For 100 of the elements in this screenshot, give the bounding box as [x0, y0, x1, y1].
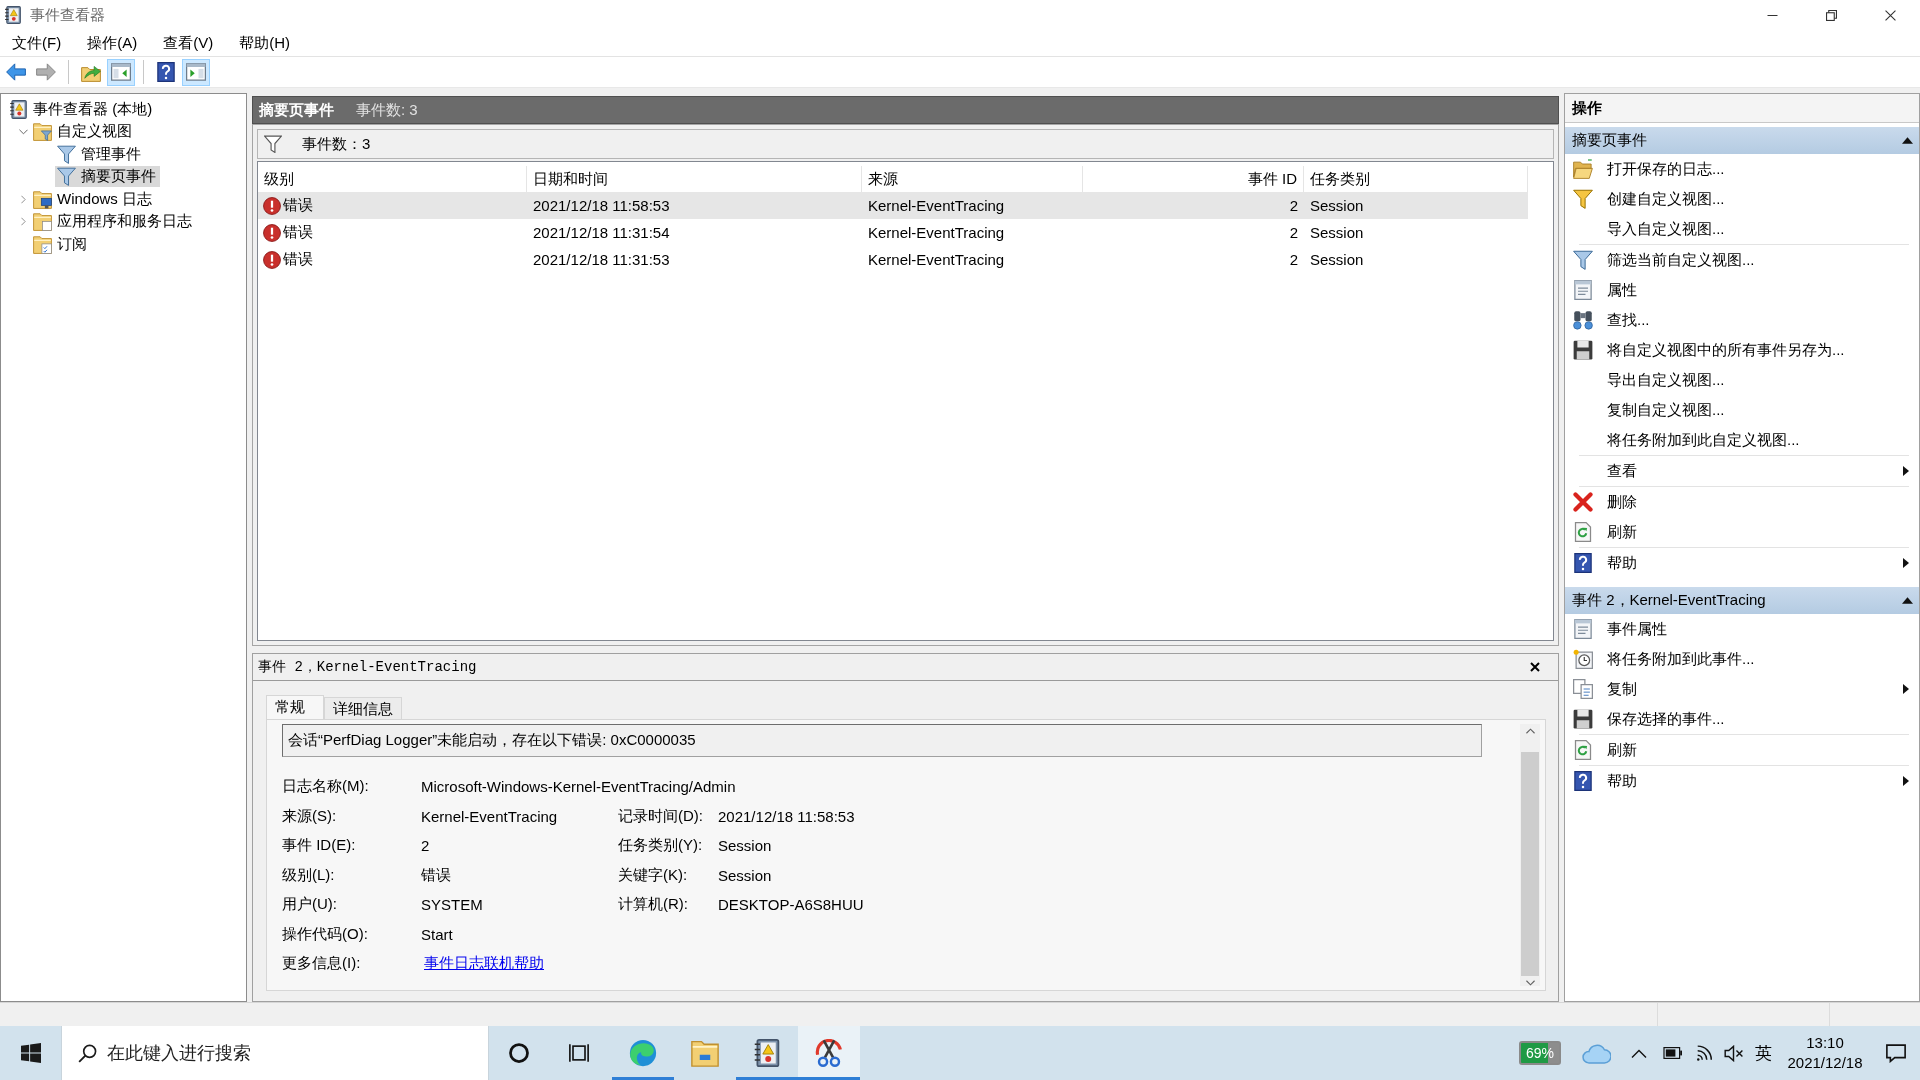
field-label: 任务类别(Y):	[618, 836, 704, 856]
action-item[interactable]: 将任务附加到此事件...	[1565, 644, 1919, 674]
menu-item[interactable]: 操作(A)	[78, 31, 147, 55]
properties-icon	[1573, 280, 1593, 300]
notification-icon[interactable]	[1886, 1043, 1906, 1063]
folder-filter-icon	[33, 122, 52, 142]
scroll-up-icon[interactable]	[1525, 728, 1535, 734]
input-method-indicator[interactable]: 英	[1754, 1041, 1772, 1065]
left-pane-icon	[111, 62, 131, 82]
tree-item[interactable]: 应用程序和服务日志	[31, 211, 196, 233]
action-item[interactable]: 删除	[1565, 487, 1919, 517]
battery-badge[interactable]: 69%	[1519, 1041, 1561, 1065]
help-icon	[1573, 553, 1593, 573]
action-item[interactable]: 复制	[1565, 674, 1919, 704]
collapse-arrow-icon[interactable]	[1902, 137, 1913, 144]
minimize-icon[interactable]	[1767, 14, 1778, 16]
table-cell: 2	[1289, 224, 1298, 241]
log-book-icon	[4, 6, 22, 24]
action-item[interactable]: 将任务附加到此自定义视图...	[1565, 425, 1919, 455]
wifi-icon[interactable]	[1695, 1044, 1713, 1062]
action-item[interactable]: 查看	[1565, 456, 1919, 486]
log-book-icon	[9, 99, 28, 119]
action-item[interactable]: 将自定义视图中的所有事件另存为...	[1565, 335, 1919, 365]
action-item[interactable]: 帮助	[1565, 766, 1919, 796]
table-cell: Kernel-EventTracing	[868, 224, 1005, 241]
field-value: Session	[718, 837, 773, 855]
folder-page-icon	[33, 212, 52, 232]
field-value: Start	[421, 925, 454, 943]
tab[interactable]: 常规	[266, 695, 324, 720]
field-value: 错误	[421, 865, 452, 885]
collapse-arrow-icon[interactable]	[1902, 597, 1913, 604]
ring-icon	[509, 1043, 529, 1063]
action-item[interactable]: 事件属性	[1565, 614, 1919, 644]
close-icon[interactable]	[1885, 9, 1896, 21]
tab[interactable]: 详细信息	[324, 697, 402, 719]
filter-icon	[1573, 250, 1593, 270]
chevron-down-icon[interactable]	[18, 128, 28, 135]
back-arrow-icon	[6, 62, 26, 82]
table-row[interactable]: 错误 2021/12/18 11:31:53 Kernel-EventTracing 2 Session	[258, 246, 1528, 273]
action-item[interactable]: 筛选当前自定义视图...	[1565, 245, 1919, 275]
table-cell: 2021/12/18 11:58:53	[533, 197, 670, 214]
window-title: 事件查看器	[30, 5, 105, 25]
table-cell: 错误	[283, 196, 313, 215]
help-link[interactable]: 事件日志联机帮助	[424, 954, 544, 972]
table-cell: Session	[1310, 197, 1364, 214]
section-header[interactable]: 摘要页事件	[1565, 127, 1919, 154]
speaker-muted-icon[interactable]	[1723, 1044, 1743, 1062]
action-item[interactable]: 打开保存的日志...	[1565, 154, 1919, 184]
filter-icon	[57, 144, 76, 164]
action-item[interactable]: 属性	[1565, 275, 1919, 305]
action-item[interactable]: 导入自定义视图...	[1565, 214, 1919, 244]
right-pane-icon	[186, 62, 206, 82]
copy-icon	[1573, 679, 1593, 699]
tree-item[interactable]: 管理事件	[55, 143, 145, 165]
menu-item[interactable]: 文件(F)	[3, 31, 71, 55]
tree-item[interactable]: Windows 日志	[31, 188, 157, 210]
clock-date[interactable]: 2021/12/18	[1787, 1053, 1863, 1073]
table-cell: Kernel-EventTracing	[868, 197, 1005, 214]
table-row[interactable]: 错误 2021/12/18 11:58:53 Kernel-EventTracing 2 Session	[258, 192, 1528, 219]
filter-icon	[264, 135, 282, 153]
menu-item[interactable]: 帮助(H)	[230, 31, 299, 55]
message-field: 会话“PerfDiag Logger”未能启动，存在以下错误: 0xC0000035	[282, 724, 1482, 757]
tree-item[interactable]: 自定义视图	[31, 121, 136, 143]
help-icon	[156, 62, 176, 82]
action-item[interactable]: 帮助	[1565, 548, 1919, 578]
taskbar-button[interactable]	[798, 1026, 860, 1080]
search-field[interactable]: 在此键入进行搜索	[61, 1026, 489, 1080]
menu-item[interactable]: 查看(V)	[154, 31, 223, 55]
table-row[interactable]: 错误 2021/12/18 11:31:54 Kernel-EventTracing 2 Session	[258, 219, 1528, 246]
scroll-down-icon[interactable]	[1525, 980, 1535, 986]
action-item[interactable]: 查找...	[1565, 305, 1919, 335]
field-value: Session	[718, 866, 773, 884]
table-cell: Kernel-EventTracing	[868, 251, 1005, 268]
action-item[interactable]: 刷新	[1565, 517, 1919, 547]
filter-count: 事件数：3	[302, 134, 371, 154]
action-item[interactable]: 创建自定义视图...	[1565, 184, 1919, 214]
clock-time[interactable]: 13:10	[1806, 1033, 1844, 1053]
folder-monitor-icon	[33, 189, 52, 209]
close-icon[interactable]	[1530, 662, 1540, 672]
search-input[interactable]: 在此键入进行搜索	[107, 1038, 467, 1068]
pane-title: 操作	[1572, 98, 1602, 118]
tree-item[interactable]: 摘要页事件	[55, 166, 160, 188]
table-cell: Session	[1310, 224, 1364, 241]
save-icon	[1573, 709, 1593, 729]
action-item[interactable]: 复制自定义视图...	[1565, 395, 1919, 425]
chevron-up-icon[interactable]	[1631, 1048, 1647, 1058]
scrollbar-thumb[interactable]	[1521, 752, 1539, 976]
refresh-icon	[1573, 522, 1593, 542]
section-header[interactable]: 事件 2，Kernel-EventTracing	[1565, 587, 1919, 614]
clock-document-icon	[1573, 649, 1593, 669]
action-item[interactable]: 保存选择的事件...	[1565, 704, 1919, 734]
tree-item[interactable]: 订阅	[31, 233, 91, 255]
action-item[interactable]: 刷新	[1565, 735, 1919, 765]
tree-item[interactable]: 事件查看器 (本地)	[7, 98, 157, 120]
save-icon	[1573, 340, 1593, 360]
restore-icon[interactable]	[1826, 9, 1837, 21]
action-item[interactable]: 导出自定义视图...	[1565, 365, 1919, 395]
scrollbar[interactable]	[1520, 724, 1540, 986]
battery-icon[interactable]	[1663, 1047, 1683, 1059]
open-folder-icon	[1573, 159, 1593, 179]
